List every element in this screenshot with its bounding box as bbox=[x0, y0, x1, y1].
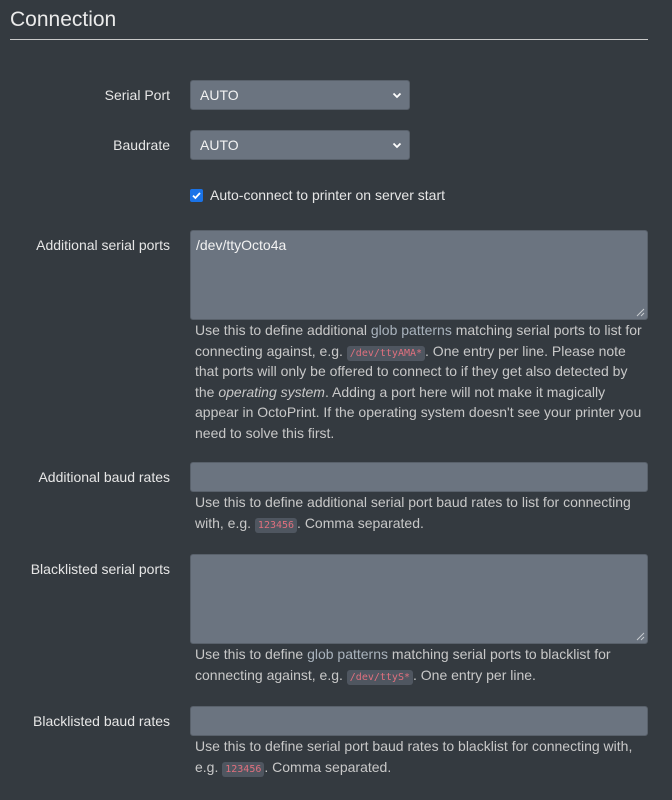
additional-serial-ports-help: Use this to define additional glob patte… bbox=[195, 320, 647, 444]
help-text: . Comma separated. bbox=[264, 758, 392, 775]
example-code: /dev/ttyS* bbox=[346, 669, 413, 685]
header-divider bbox=[10, 39, 648, 40]
additional-serial-ports-label: Additional serial ports bbox=[36, 237, 170, 253]
additional-baud-rates-input[interactable] bbox=[190, 462, 648, 492]
blacklisted-serial-ports-textarea[interactable] bbox=[190, 554, 648, 644]
blacklisted-baud-rates-help: Use this to define serial port baud rate… bbox=[195, 736, 647, 777]
autoconnect-checkbox[interactable] bbox=[190, 188, 203, 202]
checkmark-icon bbox=[192, 191, 201, 199]
glob-patterns-link[interactable]: glob patterns bbox=[371, 322, 452, 338]
blacklisted-baud-rates-label: Blacklisted baud rates bbox=[33, 713, 170, 729]
example-code: /dev/ttyAMA* bbox=[346, 345, 426, 361]
help-text: . Comma separated. bbox=[297, 514, 424, 531]
help-emphasis: operating system bbox=[218, 383, 325, 400]
resize-handle-icon[interactable] bbox=[636, 632, 645, 641]
help-text: Use this to define additional bbox=[195, 322, 371, 338]
blacklisted-serial-ports-label: Blacklisted serial ports bbox=[30, 561, 170, 577]
chevron-down-icon bbox=[392, 92, 402, 99]
autoconnect-label: Auto-connect to printer on server start bbox=[210, 187, 445, 203]
additional-baud-rates-help: Use this to define additional serial por… bbox=[195, 492, 647, 533]
autoconnect-row: Auto-connect to printer on server start bbox=[190, 186, 445, 204]
example-code: 123456 bbox=[222, 761, 265, 777]
blacklisted-baud-rates-input[interactable] bbox=[190, 706, 648, 736]
section-title: Connection bbox=[10, 8, 117, 31]
baudrate-select[interactable]: AUTO bbox=[190, 130, 410, 160]
serial-port-label: Serial Port bbox=[104, 87, 170, 103]
section-header: Connection bbox=[10, 6, 648, 40]
example-code: 123456 bbox=[254, 517, 298, 533]
help-text: . One entry per line. bbox=[413, 666, 536, 683]
chevron-down-icon bbox=[392, 142, 402, 149]
serial-port-select[interactable]: AUTO bbox=[190, 80, 410, 110]
help-text: Use this to define bbox=[195, 646, 308, 662]
blacklisted-serial-ports-help: Use this to define glob patterns matchin… bbox=[195, 644, 647, 685]
serial-port-value: AUTO bbox=[200, 87, 239, 103]
additional-serial-ports-textarea[interactable]: /dev/ttyOcto4a bbox=[190, 230, 648, 320]
resize-handle-icon[interactable] bbox=[636, 308, 645, 317]
glob-patterns-link[interactable]: glob patterns bbox=[307, 646, 388, 662]
additional-baud-rates-label: Additional baud rates bbox=[38, 469, 170, 485]
additional-serial-ports-value: /dev/ttyOcto4a bbox=[196, 237, 287, 253]
baudrate-value: AUTO bbox=[200, 137, 239, 153]
connection-settings-page: Connection Serial Port AUTO Baudrate AUT… bbox=[0, 0, 672, 800]
baudrate-label: Baudrate bbox=[113, 137, 170, 153]
